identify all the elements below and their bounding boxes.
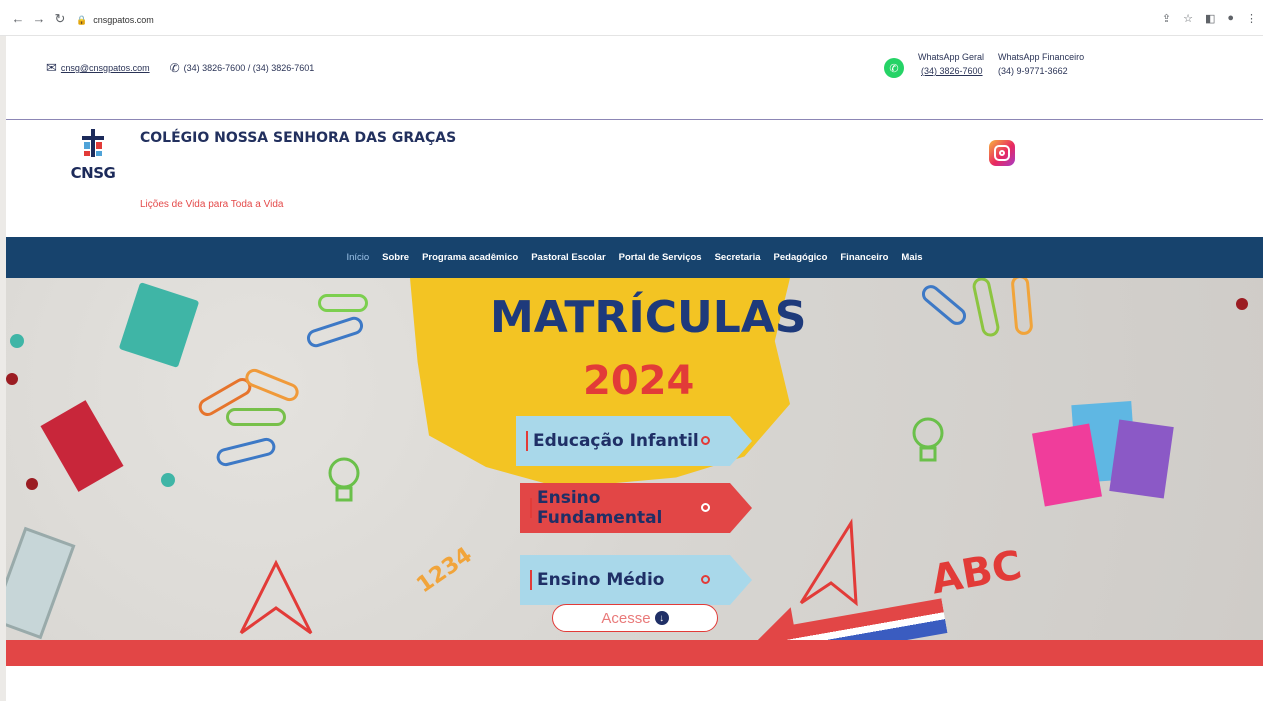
lightbulb-icon xyxy=(912,417,944,462)
whatsapp-geral: WhatsApp Geral (34) 3826-7600 xyxy=(918,52,984,78)
red-strip xyxy=(6,640,1263,666)
arrow-down-icon: ↓ xyxy=(654,611,669,625)
browser-toolbar: ← → ↻ 🔒 cnsgpatos.com ⇪ ☆ ◧ ● ⋮ xyxy=(0,0,1263,36)
phone-item: ✆ (34) 3826-7600 / (34) 3826-7601 xyxy=(170,61,315,75)
contact-info: ✉ cnsg@cnsgpatos.com ✆ (34) 3826-7600 / … xyxy=(46,60,314,76)
paperclip-icon xyxy=(970,278,1002,339)
lock-icon: 🔒 xyxy=(76,14,88,25)
envelope-icon: ✉ xyxy=(46,60,57,75)
lightbulb-icon xyxy=(328,457,360,502)
paperclip-icon xyxy=(226,408,286,426)
whatsapp-geral-number[interactable]: (34) 3826-7600 xyxy=(918,66,984,76)
profile-icon[interactable]: ● xyxy=(1227,12,1234,25)
main-menu: Início Sobre Programa acadêmico Pastoral… xyxy=(6,237,1263,278)
url-text: cnsgpatos.com xyxy=(93,15,154,25)
paperclip-icon xyxy=(304,314,366,350)
whatsapp-financeiro-label: WhatsApp Financeiro xyxy=(998,52,1085,62)
enrollment-banner: 1234 ABC MATRÍCULAS 2024 Educação Infant… xyxy=(6,278,1263,640)
notebook-icon xyxy=(1109,419,1174,499)
webpage: ✉ cnsg@cnsgpatos.com ✆ (34) 3826-7600 / … xyxy=(6,36,1263,701)
logo-text: CNSG xyxy=(70,164,116,182)
phone-text: (34) 3826-7600 / (34) 3826-7601 xyxy=(183,63,315,73)
paperclip-icon xyxy=(918,281,970,329)
whatsapp-geral-label: WhatsApp Geral xyxy=(918,52,985,62)
phone-icon: ✆ xyxy=(169,61,180,75)
sidepanel-icon[interactable]: ◧ xyxy=(1205,12,1215,25)
paperclip-icon xyxy=(318,294,368,312)
paper-plane-icon xyxy=(799,518,858,607)
menu-item-pedagogico[interactable]: Pedagógico xyxy=(774,252,828,263)
menu-item-sobre[interactable]: Sobre xyxy=(382,252,409,263)
option-educacao-infantil[interactable]: Educação Infantil xyxy=(516,416,752,466)
cross-logo-icon xyxy=(82,129,104,157)
option-ensino-medio[interactable]: Ensino Médio xyxy=(520,555,752,605)
decor-dot xyxy=(10,334,24,348)
book-icon xyxy=(6,526,76,640)
decor-dot xyxy=(26,478,38,490)
banner-year: 2024 xyxy=(583,358,695,404)
acesse-label: Acesse xyxy=(601,609,651,627)
instagram-icon[interactable] xyxy=(989,140,1015,166)
contact-bar: ✉ cnsg@cnsgpatos.com ✆ (34) 3826-7600 / … xyxy=(6,36,1263,120)
paper-plane-icon xyxy=(239,559,313,635)
menu-item-programa-academico[interactable]: Programa acadêmico xyxy=(422,252,518,263)
menu-item-portal-de-servicos[interactable]: Portal de Serviços xyxy=(619,252,702,263)
decor-dot xyxy=(6,373,18,385)
circle-icon xyxy=(701,436,710,445)
star-icon[interactable]: ☆ xyxy=(1183,12,1193,25)
menu-item-secretaria[interactable]: Secretaria xyxy=(715,252,761,263)
book-icon xyxy=(118,282,200,368)
browser-actions: ⇪ ☆ ◧ ● ⋮ xyxy=(1162,12,1257,25)
back-arrow-icon[interactable]: ← xyxy=(10,11,26,26)
site-header: CNSG COLÉGIO NOSSA SENHORA DAS GRAÇAS Li… xyxy=(6,121,1263,237)
address-bar[interactable]: 🔒 cnsgpatos.com xyxy=(76,10,1156,30)
decor-dot xyxy=(1236,298,1248,310)
whatsapp-contacts: ✆ WhatsApp Geral (34) 3826-7600 WhatsApp… xyxy=(884,52,1084,78)
decor-dot xyxy=(161,473,175,487)
decor-letters: ABC xyxy=(927,542,1026,604)
option-label: Educação Infantil xyxy=(533,431,699,451)
menu-item-financeiro[interactable]: Financeiro xyxy=(840,252,888,263)
menu-item-inicio[interactable]: Início xyxy=(346,252,369,263)
option-label: Ensino Médio xyxy=(537,570,665,590)
school-name[interactable]: COLÉGIO NOSSA SENHORA DAS GRAÇAS xyxy=(140,130,456,146)
acesse-button[interactable]: Acesse ↓ xyxy=(552,604,718,632)
whatsapp-icon[interactable]: ✆ xyxy=(884,58,904,78)
school-logo[interactable]: CNSG xyxy=(68,129,118,182)
menu-item-mais[interactable]: Mais xyxy=(901,252,922,263)
banner-title: MATRÍCULAS xyxy=(490,292,807,343)
paperclip-icon xyxy=(242,366,302,404)
book-icon xyxy=(40,400,124,492)
more-icon[interactable]: ⋮ xyxy=(1246,12,1257,25)
circle-icon xyxy=(701,575,710,584)
whatsapp-financeiro-number[interactable]: (34) 9-9771-3662 xyxy=(998,66,1084,76)
email-item[interactable]: ✉ cnsg@cnsgpatos.com xyxy=(46,60,150,76)
paperclip-icon xyxy=(214,436,278,468)
forward-arrow-icon[interactable]: → xyxy=(31,11,47,26)
share-icon[interactable]: ⇪ xyxy=(1162,12,1171,25)
slogan: Lições de Vida para Toda a Vida xyxy=(140,199,284,210)
notebook-icon xyxy=(1032,423,1102,507)
email-link[interactable]: cnsg@cnsgpatos.com xyxy=(61,63,150,73)
decor-numbers: 1234 xyxy=(412,542,477,599)
reload-icon[interactable]: ↻ xyxy=(52,11,68,27)
option-label: Ensino Fundamental xyxy=(536,488,663,528)
menu-item-pastoral-escolar[interactable]: Pastoral Escolar xyxy=(531,252,605,263)
paperclip-icon xyxy=(1010,278,1034,336)
option-ensino-fundamental[interactable]: Ensino Fundamental xyxy=(520,483,752,533)
whatsapp-financeiro: WhatsApp Financeiro (34) 9-9771-3662 xyxy=(998,52,1084,78)
